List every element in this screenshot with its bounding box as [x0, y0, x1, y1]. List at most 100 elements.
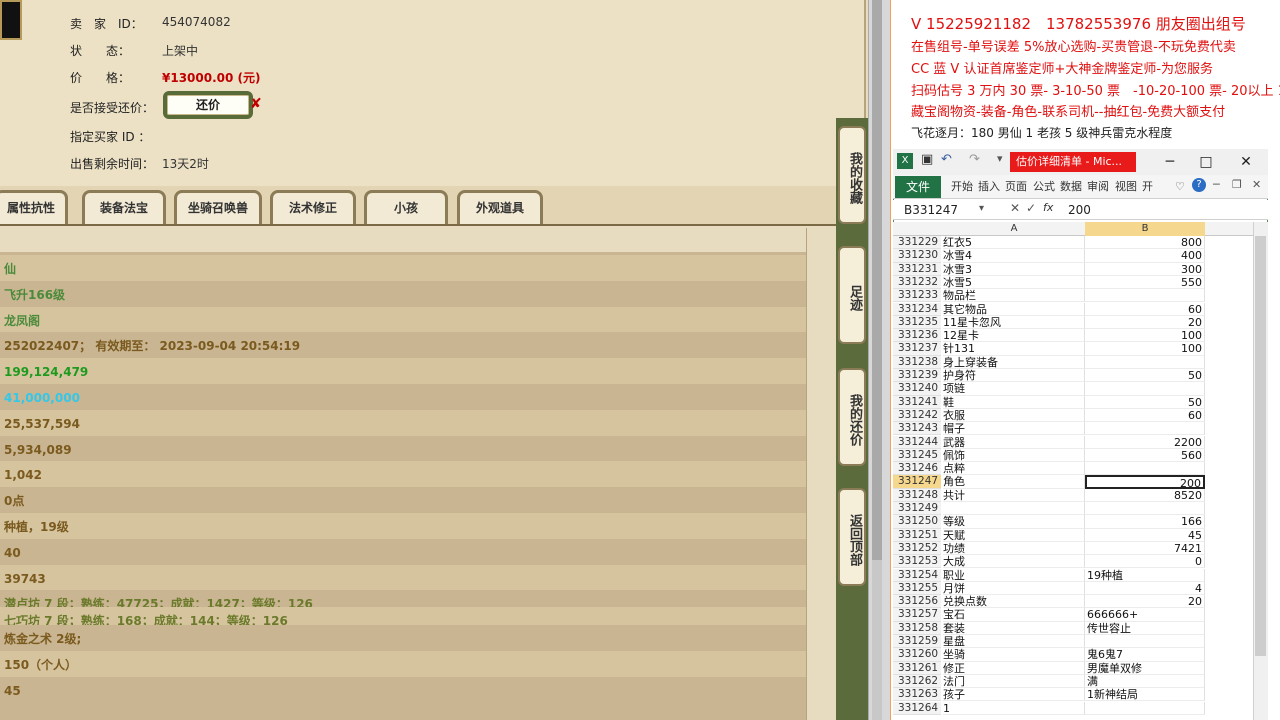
- cell-b[interactable]: 20: [1085, 595, 1205, 609]
- tab-attributes[interactable]: 属性抗性: [0, 190, 68, 224]
- cell-b[interactable]: 60: [1085, 302, 1205, 316]
- cell-b[interactable]: [1085, 502, 1205, 516]
- row-number[interactable]: 331239: [893, 369, 941, 383]
- cell-b[interactable]: 666666+: [1085, 608, 1205, 622]
- cell-b[interactable]: 800: [1085, 236, 1205, 250]
- cell-a[interactable]: 鞋: [943, 395, 1085, 409]
- cell-a[interactable]: 功绩: [943, 541, 1085, 556]
- cell-b[interactable]: 45: [1085, 528, 1205, 542]
- cell-b[interactable]: 满: [1085, 674, 1205, 689]
- cell-a[interactable]: 大成: [943, 555, 1085, 569]
- confirm-entry-icon[interactable]: ✓: [1026, 201, 1036, 215]
- cell-b[interactable]: [1085, 382, 1205, 396]
- row-number[interactable]: 331258: [893, 621, 941, 635]
- cell-b[interactable]: 4: [1085, 581, 1205, 596]
- my-offers-button[interactable]: 我的还价: [838, 368, 866, 466]
- cell-b[interactable]: 鬼6鬼7: [1085, 648, 1205, 662]
- menu-review[interactable]: 审阅: [1087, 176, 1109, 198]
- cell-b[interactable]: 60: [1085, 408, 1205, 423]
- row-number[interactable]: 331253: [893, 555, 941, 569]
- page-scrollbar-thumb[interactable]: [872, 0, 882, 560]
- name-box[interactable]: B331247: [904, 202, 990, 218]
- row-number[interactable]: 331250: [893, 515, 941, 529]
- cell-b[interactable]: 男魔单双修: [1085, 661, 1205, 675]
- tab-appearance[interactable]: 外观道具: [457, 190, 543, 224]
- menu-data[interactable]: 数据: [1060, 176, 1082, 198]
- cell-a[interactable]: 共计: [943, 488, 1085, 502]
- cell-b[interactable]: 166: [1085, 515, 1205, 529]
- cancel-entry-icon[interactable]: ✕: [1010, 201, 1020, 215]
- row-number[interactable]: 331248: [893, 488, 941, 502]
- cell-a[interactable]: 12星卡: [943, 329, 1085, 343]
- help-icon[interactable]: ?: [1192, 178, 1206, 192]
- cell-b[interactable]: [1085, 355, 1205, 369]
- cell-a[interactable]: 冰雪4: [943, 249, 1085, 263]
- tab-equipment[interactable]: 装备法宝: [82, 190, 166, 224]
- cell-b[interactable]: 0: [1085, 555, 1205, 569]
- cell-b[interactable]: 1新神结局: [1085, 688, 1205, 702]
- cell-a[interactable]: 护身符: [943, 369, 1085, 383]
- cell-a[interactable]: 武器: [943, 435, 1085, 449]
- row-number[interactable]: 331242: [893, 408, 941, 423]
- cell-a[interactable]: 项链: [943, 382, 1085, 396]
- row-number[interactable]: 331234: [893, 302, 941, 316]
- character-thumbnail[interactable]: [0, 0, 22, 40]
- cell-b[interactable]: [1085, 635, 1205, 649]
- cell-a[interactable]: 法门: [943, 674, 1085, 689]
- cell-a[interactable]: 兑换点数: [943, 595, 1085, 609]
- cell-b[interactable]: 200: [1085, 475, 1205, 489]
- tab-spell-correction[interactable]: 法术修正: [270, 190, 356, 224]
- row-number[interactable]: 331235: [893, 315, 941, 330]
- ribbon-minimize-icon[interactable]: ─: [1213, 178, 1220, 191]
- row-number[interactable]: 331251: [893, 528, 941, 542]
- row-number[interactable]: 331256: [893, 595, 941, 609]
- cell-b[interactable]: [1085, 701, 1205, 715]
- cell-b[interactable]: 50: [1085, 395, 1205, 409]
- menu-view[interactable]: 视图: [1115, 176, 1137, 198]
- undo-icon[interactable]: ↶: [941, 152, 952, 167]
- row-number[interactable]: 331255: [893, 581, 941, 596]
- cell-a[interactable]: 帽子: [943, 422, 1085, 436]
- cell-b[interactable]: 20: [1085, 315, 1205, 330]
- row-number[interactable]: 331231: [893, 262, 941, 276]
- cell-a[interactable]: 佩饰: [943, 448, 1085, 463]
- cell-a[interactable]: 红衣5: [943, 236, 1085, 250]
- cell-b[interactable]: 400: [1085, 249, 1205, 263]
- cell-a[interactable]: 星盘: [943, 635, 1085, 649]
- row-number[interactable]: 331244: [893, 435, 941, 449]
- menu-insert[interactable]: 插入: [978, 176, 1000, 198]
- sheet-scrollbar-thumb[interactable]: [1255, 236, 1266, 656]
- cell-a[interactable]: 身上穿装备: [943, 355, 1085, 369]
- cell-b[interactable]: 2200: [1085, 435, 1205, 449]
- row-number[interactable]: 331257: [893, 608, 941, 622]
- tab-mounts-pets[interactable]: 坐骑召唤兽: [174, 190, 262, 224]
- cell-b[interactable]: 300: [1085, 262, 1205, 276]
- cell-b[interactable]: [1085, 422, 1205, 436]
- cell-a[interactable]: 1: [943, 701, 1085, 715]
- row-number[interactable]: 331243: [893, 422, 941, 436]
- cell-b[interactable]: 19种植: [1085, 568, 1205, 582]
- cell-b[interactable]: 8520: [1085, 488, 1205, 502]
- row-number[interactable]: 331238: [893, 355, 941, 369]
- row-number[interactable]: 331232: [893, 275, 941, 290]
- tab-child[interactable]: 小孩: [364, 190, 448, 224]
- my-favorites-button[interactable]: 我的收藏: [838, 126, 866, 224]
- cell-a[interactable]: 孩子: [943, 688, 1085, 702]
- cell-b[interactable]: 100: [1085, 342, 1205, 356]
- cell-a[interactable]: 修正: [943, 661, 1085, 675]
- menu-home[interactable]: 开始: [951, 176, 973, 198]
- cell-a[interactable]: 衣服: [943, 408, 1085, 423]
- row-number[interactable]: 331263: [893, 688, 941, 702]
- cell-b[interactable]: 7421: [1085, 541, 1205, 556]
- cell-b[interactable]: [1085, 289, 1205, 303]
- cell-a[interactable]: 等级: [943, 515, 1085, 529]
- cell-a[interactable]: [943, 502, 1085, 516]
- row-number[interactable]: 331237: [893, 342, 941, 356]
- row-number[interactable]: 331241: [893, 395, 941, 409]
- row-number[interactable]: 331236: [893, 329, 941, 343]
- heart-icon[interactable]: ♡: [1175, 180, 1185, 193]
- cell-a[interactable]: 针131: [943, 342, 1085, 356]
- row-number[interactable]: 331259: [893, 635, 941, 649]
- cell-a[interactable]: 其它物品: [943, 302, 1085, 316]
- formula-input[interactable]: 200: [1068, 202, 1248, 218]
